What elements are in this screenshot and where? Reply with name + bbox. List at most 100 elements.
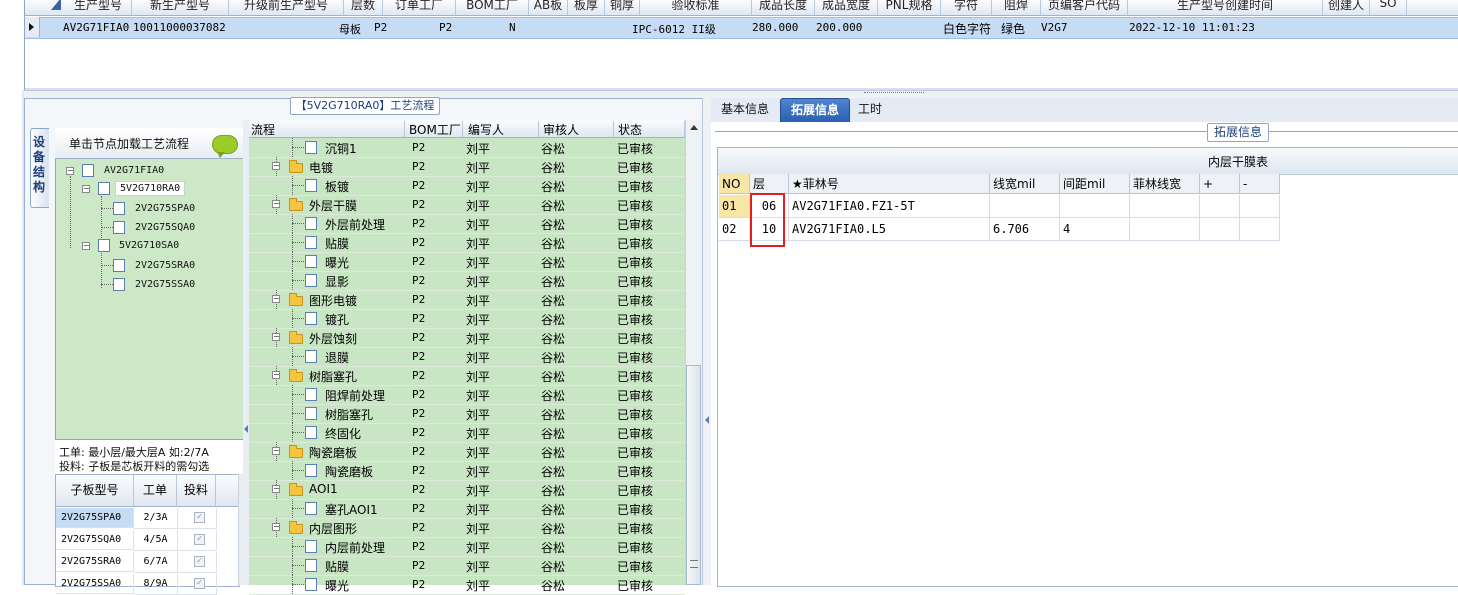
- col-header[interactable]: 订单工厂: [383, 0, 456, 15]
- flow-row[interactable]: 贴膜 P2 刘平 谷松 已审核: [249, 556, 685, 576]
- flow-row[interactable]: − 内层图形 P2 刘平 谷松 已审核: [249, 518, 685, 538]
- flow-row[interactable]: 贴膜 P2 刘平 谷松 已审核: [249, 233, 685, 253]
- col-header[interactable]: PNL规格: [878, 0, 941, 15]
- cell-sub-order[interactable]: 6/7A: [134, 552, 178, 573]
- cell-sub-order[interactable]: 4/5A: [134, 530, 178, 551]
- cell-film-width[interactable]: [1130, 195, 1200, 218]
- col-header[interactable]: 生产型号: [65, 0, 132, 15]
- col-header[interactable]: ★菲林号: [789, 174, 990, 194]
- cell-film[interactable]: AV2G71FIA0.FZ1-5T: [789, 195, 990, 218]
- collapse-icon[interactable]: −: [272, 162, 280, 170]
- cell-width[interactable]: 6.706: [990, 218, 1060, 241]
- flow-row[interactable]: 显影 P2 刘平 谷松 已审核: [249, 271, 685, 291]
- cell-remove[interactable]: [1240, 218, 1280, 241]
- feed-checkbox[interactable]: ✓: [194, 534, 205, 545]
- flow-row[interactable]: 终固化 P2 刘平 谷松 已审核: [249, 423, 685, 443]
- flow-row[interactable]: 阻焊前处理 P2 刘平 谷松 已审核: [249, 385, 685, 405]
- col-header[interactable]: 间距mil: [1060, 174, 1130, 194]
- cell-spacing[interactable]: [1060, 195, 1130, 218]
- collapse-icon[interactable]: −: [272, 485, 280, 493]
- collapse-arrow-icon[interactable]: [244, 425, 248, 433]
- flow-row[interactable]: 沉铜1 P2 刘平 谷松 已审核: [249, 138, 685, 158]
- cell-remove[interactable]: [1240, 195, 1280, 218]
- tree-node[interactable]: AV2G71FIA0: [104, 165, 164, 176]
- cell-sub-model[interactable]: 2V2G75SPA0: [56, 508, 134, 528]
- collapse-arrow-icon[interactable]: [705, 416, 709, 424]
- col-header[interactable]: 菲林线宽: [1130, 174, 1200, 194]
- flow-row[interactable]: − AOI1 P2 刘平 谷松 已审核: [249, 480, 685, 500]
- cell-width[interactable]: [990, 195, 1060, 218]
- collapse-icon[interactable]: −: [272, 523, 280, 531]
- col-header[interactable]: 层: [750, 174, 789, 194]
- tab-extended-info[interactable]: 拓展信息: [780, 98, 850, 122]
- col-header[interactable]: BOM工厂: [456, 0, 529, 15]
- cell-sub-model[interactable]: 2V2G75SSA0: [56, 574, 134, 594]
- flow-row[interactable]: 板镀 P2 刘平 谷松 已审核: [249, 176, 685, 196]
- collapse-icon[interactable]: −: [272, 371, 280, 379]
- flow-row[interactable]: 塞孔AOI1 P2 刘平 谷松 已审核: [249, 499, 685, 519]
- col-header[interactable]: 线宽mil: [990, 174, 1060, 194]
- col-header[interactable]: 流程: [251, 121, 405, 137]
- tree-node[interactable]: 2V2G75SQA0: [135, 222, 195, 233]
- collapse-icon[interactable]: −: [272, 200, 280, 208]
- col-header[interactable]: SO: [1370, 0, 1407, 15]
- flow-row[interactable]: 内层前处理 P2 刘平 谷松 已审核: [249, 537, 685, 557]
- collapse-icon[interactable]: −: [272, 295, 280, 303]
- flow-row[interactable]: 树脂塞孔 P2 刘平 谷松 已审核: [249, 404, 685, 424]
- tab-work-hours[interactable]: 工时: [850, 98, 890, 121]
- add-column-header[interactable]: +: [1200, 174, 1240, 194]
- cell-spacing[interactable]: 4: [1060, 218, 1130, 241]
- flow-row[interactable]: 外层前处理 P2 刘平 谷松 已审核: [249, 214, 685, 234]
- tree-node[interactable]: 2V2G75SSA0: [135, 279, 195, 290]
- collapse-icon[interactable]: −: [272, 447, 280, 455]
- col-header[interactable]: AB板: [529, 0, 568, 15]
- cell-sub-model[interactable]: 2V2G75SQA0: [56, 530, 134, 550]
- select-all-corner-icon[interactable]: [51, 0, 61, 10]
- col-header[interactable]: 层数: [344, 0, 383, 15]
- col-header[interactable]: 成品长度: [752, 0, 815, 15]
- col-header[interactable]: 成品宽度: [815, 0, 878, 15]
- col-header[interactable]: 页编客户代码: [1041, 0, 1128, 15]
- table-row-selected[interactable]: AV2G71FIA0 10011000037082 母板 P2 P2 N IPC…: [25, 17, 1458, 39]
- flow-row[interactable]: − 图形电镀 P2 刘平 谷松 已审核: [249, 290, 685, 310]
- cell-film-width[interactable]: [1130, 218, 1200, 241]
- flow-row[interactable]: 曝光 P2 刘平 谷松 已审核: [249, 252, 685, 272]
- tab-basic-info[interactable]: 基本信息: [712, 98, 778, 121]
- collapse-icon[interactable]: −: [272, 333, 280, 341]
- remove-column-header[interactable]: -: [1240, 174, 1280, 194]
- cell-add[interactable]: [1200, 218, 1240, 241]
- col-header[interactable]: 字符: [941, 0, 992, 15]
- collapse-icon[interactable]: −: [82, 185, 90, 193]
- flow-row[interactable]: − 电镀 P2 刘平 谷松 已审核: [249, 157, 685, 177]
- tab-device-structure[interactable]: 设备结构: [30, 128, 49, 208]
- flow-row[interactable]: − 外层干膜 P2 刘平 谷松 已审核: [249, 195, 685, 215]
- tree-node[interactable]: 2V2G75SRA0: [135, 260, 195, 271]
- col-header[interactable]: 验收标准: [640, 0, 752, 15]
- col-header[interactable]: BOM工厂: [409, 121, 463, 137]
- col-header[interactable]: 工单: [134, 475, 177, 507]
- col-header[interactable]: 创建人: [1323, 0, 1370, 15]
- col-header[interactable]: 状态: [618, 121, 685, 137]
- flow-row[interactable]: 退膜 P2 刘平 谷松 已审核: [249, 347, 685, 367]
- col-header[interactable]: 投料: [177, 475, 216, 507]
- feed-checkbox[interactable]: ✓: [194, 556, 205, 567]
- flow-row[interactable]: − 树脂塞孔 P2 刘平 谷松 已审核: [249, 366, 685, 386]
- col-header[interactable]: 编写人: [468, 121, 539, 137]
- flow-row[interactable]: − 陶瓷磨板 P2 刘平 谷松 已审核: [249, 442, 685, 462]
- col-header[interactable]: 新生产型号: [132, 0, 229, 15]
- collapse-icon[interactable]: −: [66, 167, 74, 175]
- flow-row[interactable]: 镀孔 P2 刘平 谷松 已审核: [249, 309, 685, 329]
- tree-node[interactable]: 5V2G710SA0: [119, 240, 179, 251]
- tree-node[interactable]: 2V2G75SPA0: [135, 203, 195, 214]
- tree-node-selected[interactable]: 5V2G710RA0: [115, 181, 186, 196]
- feed-checkbox[interactable]: ✓: [194, 578, 205, 589]
- cell-add[interactable]: [1200, 195, 1240, 218]
- flow-row[interactable]: 曝光 P2 刘平 谷松 已审核: [249, 575, 685, 595]
- col-header[interactable]: NO: [719, 174, 750, 194]
- col-header[interactable]: 升级前生产型号: [229, 0, 344, 15]
- flow-row[interactable]: − 外层蚀刻 P2 刘平 谷松 已审核: [249, 328, 685, 348]
- flow-row[interactable]: 陶瓷磨板 P2 刘平 谷松 已审核: [249, 461, 685, 481]
- feed-checkbox[interactable]: ✓: [194, 512, 205, 523]
- col-header[interactable]: 板厚: [568, 0, 605, 15]
- col-header[interactable]: 生产型号创建时间: [1128, 0, 1323, 15]
